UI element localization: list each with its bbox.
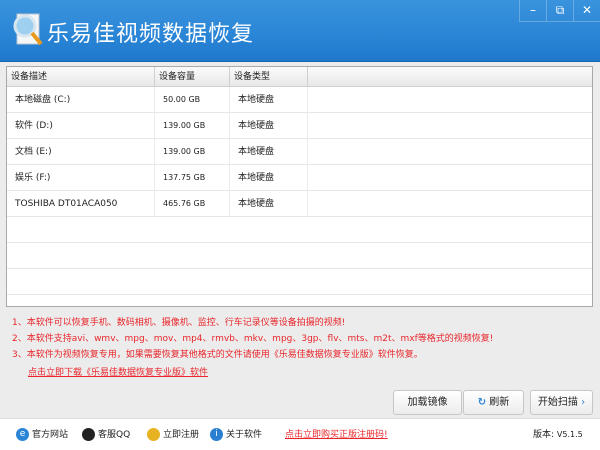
device-type: 本地硬盘 bbox=[230, 113, 308, 139]
empty-row bbox=[7, 269, 592, 295]
buy-link[interactable]: 点击立即购买正版注册码! bbox=[285, 427, 388, 443]
table-row[interactable]: 本地磁盘 (C:) 50.00 GB 本地硬盘 bbox=[7, 87, 592, 113]
column-description[interactable]: 设备描述 bbox=[7, 67, 155, 87]
table-header: 设备描述 设备容量 设备类型 bbox=[7, 67, 592, 87]
table-row[interactable]: 软件 (D:) 139.00 GB 本地硬盘 bbox=[7, 113, 592, 139]
device-capacity: 139.00 GB bbox=[155, 113, 230, 139]
table-row[interactable]: TOSHIBA DT01ACA050 465.76 GB 本地硬盘 bbox=[7, 191, 592, 217]
empty-row bbox=[7, 217, 592, 243]
chevron-right-icon: › bbox=[581, 397, 586, 408]
footer: e 官方网站 客服QQ 立即注册 i 关于软件 点击立即购买正版注册码! 版本: V… bbox=[0, 418, 600, 450]
register-label: 立即注册 bbox=[163, 430, 200, 440]
empty-row bbox=[7, 243, 592, 269]
qq-penguin-icon bbox=[82, 428, 95, 441]
refresh-icon: ↻ bbox=[477, 397, 487, 408]
ie-icon: e bbox=[16, 428, 29, 441]
device-capacity: 137.75 GB bbox=[155, 165, 230, 191]
app-title: 乐易佳视频数据恢复 bbox=[47, 22, 255, 47]
device-type: 本地硬盘 bbox=[230, 165, 308, 191]
version-label: 版本: bbox=[533, 430, 555, 440]
column-capacity[interactable]: 设备容量 bbox=[155, 67, 230, 87]
restore-button[interactable]: ⧉ bbox=[546, 0, 573, 22]
device-description: 文档 (E:) bbox=[7, 139, 155, 165]
key-icon bbox=[147, 428, 160, 441]
qq-link[interactable]: 客服QQ bbox=[82, 427, 130, 443]
table-row[interactable]: 文档 (E:) 139.00 GB 本地硬盘 bbox=[7, 139, 592, 165]
load-image-button[interactable]: 加载镜像 bbox=[393, 390, 462, 415]
note-2: 2、本软件支持avi、wmv、mpg、mov、mp4、rmvb、mkv、mpg、… bbox=[12, 334, 494, 344]
device-description: 本地磁盘 (C:) bbox=[7, 87, 155, 113]
table-row[interactable]: 娱乐 (F:) 137.75 GB 本地硬盘 bbox=[7, 165, 592, 191]
magnifier-document-icon bbox=[13, 13, 43, 46]
device-type: 本地硬盘 bbox=[230, 87, 308, 113]
refresh-button[interactable]: ↻ 刷新 bbox=[463, 390, 524, 415]
info-icon: i bbox=[210, 428, 223, 441]
about-link[interactable]: i 关于软件 bbox=[210, 427, 262, 443]
download-pro-link[interactable]: 点击立即下载《乐易佳数据恢复专业版》软件 bbox=[28, 365, 208, 378]
column-type[interactable]: 设备类型 bbox=[230, 67, 308, 87]
minimize-button[interactable]: – bbox=[519, 0, 546, 22]
empty-row bbox=[7, 295, 592, 306]
website-link[interactable]: e 官方网站 bbox=[16, 427, 68, 443]
device-capacity: 465.76 GB bbox=[155, 191, 230, 217]
qq-label: 客服QQ bbox=[98, 430, 131, 440]
register-link[interactable]: 立即注册 bbox=[147, 427, 199, 443]
device-type: 本地硬盘 bbox=[230, 191, 308, 217]
device-description: TOSHIBA DT01ACA050 bbox=[7, 191, 155, 217]
title-bar: 乐易佳视频数据恢复 – ⧉ ✕ bbox=[0, 0, 600, 62]
note-3: 3、本软件为视频恢复专用，如果需要恢复其他格式的文件请使用《乐易佳数据恢复专业版… bbox=[12, 350, 423, 360]
device-capacity: 139.00 GB bbox=[155, 139, 230, 165]
device-description: 软件 (D:) bbox=[7, 113, 155, 139]
start-scan-label: 开始扫描 bbox=[537, 397, 578, 408]
device-type: 本地硬盘 bbox=[230, 139, 308, 165]
version-value: V5.1.5 bbox=[556, 430, 583, 439]
device-capacity: 50.00 GB bbox=[155, 87, 230, 113]
website-label: 官方网站 bbox=[32, 430, 69, 440]
device-table: 设备描述 设备容量 设备类型 本地磁盘 (C:) 50.00 GB 本地硬盘 软件 (… bbox=[6, 66, 593, 307]
close-button[interactable]: ✕ bbox=[573, 0, 600, 22]
version: 版本: V5.1.5 bbox=[533, 427, 583, 443]
device-description: 娱乐 (F:) bbox=[7, 165, 155, 191]
start-scan-button[interactable]: 开始扫描 › bbox=[530, 390, 593, 415]
about-label: 关于软件 bbox=[226, 430, 263, 440]
refresh-label: 刷新 bbox=[489, 397, 510, 408]
note-1: 1、本软件可以恢复手机、数码相机、摄像机、监控、行车记录仪等设备拍摄的视频! bbox=[12, 318, 346, 328]
